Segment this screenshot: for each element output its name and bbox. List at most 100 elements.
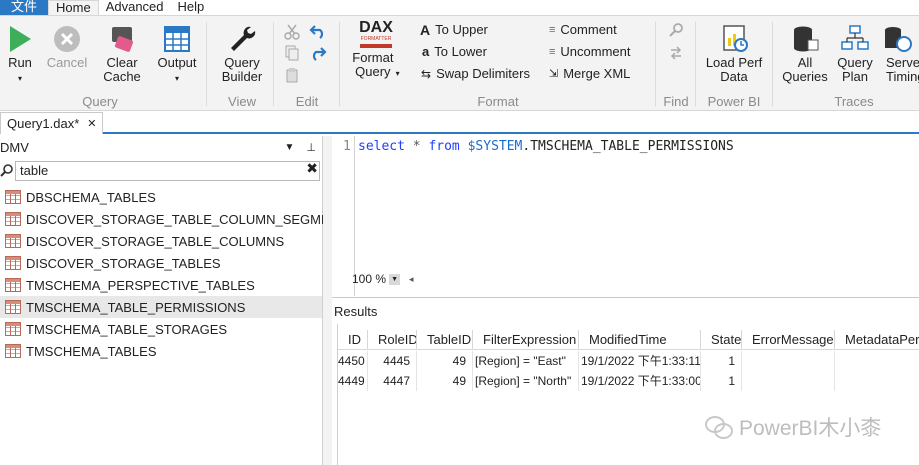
uncomment-button[interactable]: ≡ Uncomment bbox=[549, 44, 631, 60]
dmv-list-item[interactable]: TMSCHEMA_TABLE_STORAGES bbox=[0, 318, 322, 340]
dmv-list-item[interactable]: TMSCHEMA_PERSPECTIVE_TABLES bbox=[0, 274, 322, 296]
keyword-from: from bbox=[428, 139, 460, 154]
find-icon[interactable] bbox=[668, 22, 684, 38]
group-edit-label: Edit bbox=[295, 94, 319, 109]
zoom-level: 100 % bbox=[352, 272, 387, 286]
dmv-header: DMV ▼ ⊥ bbox=[0, 136, 322, 158]
uppercase-icon: A bbox=[420, 22, 431, 38]
clear-search-icon[interactable]: ✖ bbox=[306, 160, 318, 177]
merge-xml-button[interactable]: ⇲ Merge XML bbox=[549, 66, 630, 82]
paste-icon[interactable] bbox=[284, 67, 300, 83]
query-plan-button[interactable]: Query Plan bbox=[833, 24, 877, 84]
dmv-list: DBSCHEMA_TABLES DISCOVER_STORAGE_TABLE_CO… bbox=[0, 186, 356, 362]
table-cell: 49 bbox=[417, 371, 473, 391]
chevron-down-icon[interactable]: ▼ bbox=[389, 273, 401, 285]
cut-icon[interactable] bbox=[284, 24, 300, 40]
dmv-item-label: TMSCHEMA_TABLES bbox=[26, 343, 157, 359]
query-text: select * from $SYSTEM.TMSCHEMA_TABLE_PER… bbox=[358, 139, 734, 154]
cancel-button[interactable]: Cancel bbox=[45, 24, 89, 70]
run-button[interactable]: Run ▾ bbox=[3, 24, 37, 86]
eraser-icon bbox=[112, 27, 134, 52]
column-header[interactable]: ID bbox=[338, 330, 368, 350]
column-header[interactable]: State bbox=[701, 330, 742, 350]
all-queries-button[interactable]: All Queries bbox=[781, 24, 829, 84]
editor-results-splitter[interactable] bbox=[332, 297, 919, 298]
query-plan-icon bbox=[841, 25, 869, 50]
column-header[interactable]: ModifiedTime bbox=[579, 330, 701, 350]
load-perf-data-button[interactable]: Load Perf Data bbox=[704, 24, 764, 84]
dmv-list-item[interactable]: DBSCHEMA_TABLES bbox=[0, 186, 322, 208]
table-cell: [Region] = "East" bbox=[473, 351, 579, 371]
format-query-button[interactable]: DAX FORMATTER Format Query ▾ bbox=[349, 20, 403, 81]
server-timings-icon bbox=[885, 27, 912, 52]
copy-icon[interactable] bbox=[284, 45, 300, 61]
to-upper-button[interactable]: A To Upper bbox=[420, 22, 488, 38]
pane-splitter[interactable] bbox=[323, 136, 332, 465]
table-cell bbox=[742, 371, 835, 391]
menu-help[interactable]: Help bbox=[171, 0, 212, 15]
database-icon bbox=[794, 26, 819, 52]
column-header[interactable]: RoleID bbox=[368, 330, 417, 350]
pin-icon[interactable]: ⊥ bbox=[306, 141, 316, 154]
swap-icon: ⇆ bbox=[421, 67, 432, 81]
scroll-left-icon[interactable]: ◂ bbox=[409, 274, 414, 285]
dmv-item-label: TMSCHEMA_PERSPECTIVE_TABLES bbox=[26, 277, 255, 293]
close-icon[interactable]: ✕ bbox=[87, 117, 96, 130]
menu-bar: 文件 Home Advanced Help bbox=[0, 0, 919, 15]
table-cell: 49 bbox=[417, 351, 473, 371]
menu-advanced[interactable]: Advanced bbox=[99, 0, 171, 15]
replace-icon[interactable] bbox=[668, 45, 684, 61]
swap-delimiters-label: Swap Delimiters bbox=[436, 66, 530, 81]
dmv-pane: DMV ▼ ⊥ table ✖ DBSCHEMA_TABLES DISCOVER_… bbox=[0, 136, 356, 465]
dmv-list-item[interactable]: DISCOVER_STORAGE_TABLE_COLUMN_SEGMENTS bbox=[0, 208, 356, 230]
group-find-label: Find bbox=[663, 94, 689, 109]
server-timings-button[interactable]: Server Timings bbox=[880, 24, 919, 84]
redo-icon[interactable] bbox=[309, 45, 327, 61]
dmv-list-item[interactable]: TMSCHEMA_TABLE_PERMISSIONS bbox=[0, 296, 322, 318]
clear-cache-button[interactable]: Clear Cache bbox=[100, 24, 144, 84]
zoom-control[interactable]: 100 % ▼ ◂ bbox=[352, 272, 414, 286]
search-icon bbox=[0, 164, 13, 177]
to-lower-button[interactable]: a To Lower bbox=[422, 44, 487, 60]
document-tab-strip: Query1.dax* ✕ bbox=[0, 112, 919, 134]
column-header[interactable]: MetadataPermission bbox=[835, 330, 919, 350]
wrench-icon bbox=[231, 26, 256, 51]
separator bbox=[655, 22, 656, 106]
dmv-item-label: DISCOVER_STORAGE_TABLE_COLUMN_SEGMENTS bbox=[26, 211, 356, 227]
chevron-down-icon[interactable]: ▼ bbox=[285, 142, 295, 153]
table-cell: 4450 bbox=[338, 351, 368, 371]
dax-formatter-logo: DAX FORMATTER bbox=[356, 20, 396, 48]
results-grid[interactable]: ID RoleID TableID FilterExpression ModifiedT… bbox=[337, 324, 919, 465]
column-header[interactable]: FilterExpression bbox=[473, 330, 579, 350]
menu-home[interactable]: Home bbox=[48, 0, 99, 15]
column-header[interactable]: TableID bbox=[417, 330, 473, 350]
separator bbox=[339, 22, 340, 106]
menu-file[interactable]: 文件 bbox=[0, 0, 48, 15]
swap-delimiters-button[interactable]: ⇆ Swap Delimiters bbox=[421, 66, 530, 82]
uncomment-icon: ≡ bbox=[549, 46, 556, 58]
separator bbox=[772, 22, 773, 106]
perf-data-icon bbox=[723, 25, 748, 52]
comment-button[interactable]: ≡ Comment bbox=[549, 22, 617, 38]
table-cell: 4445 bbox=[368, 351, 417, 371]
load-perf-data-label: Load Perf Data bbox=[705, 55, 763, 84]
dmv-list-item[interactable]: TMSCHEMA_TABLES bbox=[0, 340, 322, 362]
column-header[interactable]: ErrorMessage bbox=[742, 330, 835, 350]
output-button[interactable]: Output ▾ bbox=[154, 24, 200, 86]
separator bbox=[695, 22, 696, 106]
table-icon bbox=[5, 322, 21, 336]
undo-icon[interactable] bbox=[309, 23, 327, 39]
wechat-logo-icon bbox=[705, 416, 733, 439]
tab-query1[interactable]: Query1.dax* ✕ bbox=[0, 112, 104, 134]
query-plan-label: Query Plan bbox=[837, 55, 873, 84]
query-builder-button[interactable]: Query Builder bbox=[218, 24, 266, 84]
dmv-search-input[interactable]: table bbox=[15, 161, 320, 181]
comment-icon: ≡ bbox=[549, 24, 556, 36]
dmv-item-label: DISCOVER_STORAGE_TABLES bbox=[26, 255, 221, 271]
grid-output-icon bbox=[164, 26, 190, 52]
table-row[interactable]: 4449 4447 49 [Region] = "North" 19/1/2022 下午… bbox=[338, 371, 919, 391]
table-row[interactable]: 4450 4445 49 [Region] = "East" 19/1/2022 下午1… bbox=[338, 351, 919, 371]
dmv-list-item[interactable]: DISCOVER_STORAGE_TABLES bbox=[0, 252, 322, 274]
query-editor[interactable]: 1 select * from $SYSTEM.TMSCHEMA_TABLE_P… bbox=[332, 136, 919, 296]
dmv-list-item[interactable]: DISCOVER_STORAGE_TABLE_COLUMNS bbox=[0, 230, 322, 252]
